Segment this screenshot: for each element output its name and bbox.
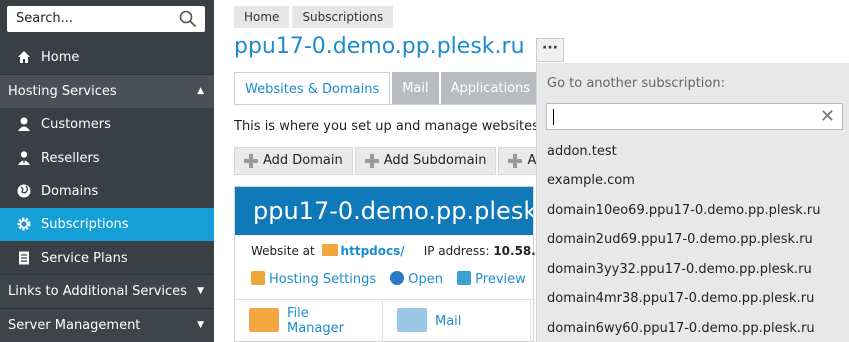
folder-icon bbox=[249, 308, 279, 332]
sidebar-group-label: Links to Additional Services bbox=[8, 284, 187, 299]
sidebar-item-service-plans[interactable]: Service Plans bbox=[0, 242, 214, 275]
more-button[interactable]: ··· bbox=[536, 38, 564, 62]
search-icon[interactable] bbox=[179, 10, 197, 28]
sidebar-group-label: Server Management bbox=[8, 318, 141, 333]
plus-icon bbox=[244, 154, 258, 168]
open-link[interactable]: Open bbox=[390, 271, 443, 287]
breadcrumb: Home Subscriptions bbox=[234, 6, 396, 28]
docroot-link[interactable]: httpdocs/ bbox=[341, 244, 405, 258]
sidebar-item-label: Customers bbox=[41, 117, 111, 132]
plus-icon bbox=[508, 154, 523, 168]
domain-info: Website at httpdocs/ IP address: 10.58.1… bbox=[251, 244, 553, 258]
hosting-settings-link[interactable]: Hosting Settings bbox=[251, 271, 376, 287]
sidebar-item-resellers[interactable]: Resellers bbox=[0, 142, 214, 175]
sidebar-group-label: Hosting Services bbox=[8, 84, 117, 99]
sidebar-item-customers[interactable]: Customers bbox=[0, 108, 214, 141]
tab-websites-domains[interactable]: Websites & Domains bbox=[234, 72, 391, 105]
chevron-down-icon: ▼ bbox=[197, 286, 204, 296]
sidebar-item-label: Resellers bbox=[41, 151, 100, 166]
ip-label: IP address: bbox=[423, 244, 490, 258]
text-cursor bbox=[553, 109, 554, 125]
globe-icon bbox=[17, 184, 31, 198]
globe-icon bbox=[390, 271, 405, 285]
sidebar-item-home[interactable]: Home bbox=[0, 41, 214, 74]
subscription-option[interactable]: addon.test bbox=[547, 144, 617, 159]
domain-panel: ppu17-0.demo.pp.plesk. Website at httpdo… bbox=[234, 186, 553, 342]
domain-actions: Hosting Settings Open Preview bbox=[251, 271, 536, 287]
file-manager-card[interactable]: File Manager bbox=[235, 300, 383, 342]
close-icon[interactable]: ✕ bbox=[820, 106, 835, 127]
app-root: Search... Home Hosting Services ▲ Custom… bbox=[0, 0, 849, 342]
sidebar-group-links-additional[interactable]: Links to Additional Services ▼ bbox=[0, 275, 214, 308]
folder-icon bbox=[321, 244, 338, 256]
mail-label: Mail bbox=[435, 314, 462, 329]
sidebar-group-server-management[interactable]: Server Management ▼ bbox=[0, 309, 214, 342]
page-title: ppu17-0.demo.pp.plesk.ru bbox=[234, 34, 525, 59]
subscription-option[interactable]: domain4mr38.ppu17-0.demo.pp.plesk.ru bbox=[547, 291, 814, 306]
page-description: This is where you set up and manage webs… bbox=[234, 119, 543, 134]
sidebar: Search... Home Hosting Services ▲ Custom… bbox=[0, 0, 214, 342]
user-icon bbox=[18, 117, 30, 131]
switcher-search-input[interactable]: ✕ bbox=[546, 103, 843, 130]
tab-mail[interactable]: Mail bbox=[392, 72, 439, 105]
home-icon bbox=[18, 51, 30, 63]
sidebar-item-label: Domains bbox=[41, 184, 99, 199]
add-domain-button[interactable]: Add Domain bbox=[234, 147, 353, 175]
subscription-option[interactable]: domain6wy60.ppu17-0.demo.pp.plesk.ru bbox=[547, 321, 815, 336]
envelope-icon bbox=[397, 308, 427, 332]
domain-panel-title[interactable]: ppu17-0.demo.pp.plesk. bbox=[235, 187, 533, 235]
website-at-label: Website at bbox=[251, 244, 315, 258]
breadcrumb-home[interactable]: Home bbox=[234, 6, 290, 28]
eye-icon bbox=[457, 271, 472, 285]
add-subdomain-button[interactable]: Add Subdomain bbox=[354, 147, 497, 175]
tab-bar: Websites & Domains Mail Applications bbox=[234, 72, 542, 105]
switcher-label: Go to another subscription: bbox=[547, 76, 725, 91]
chevron-down-icon: ▼ bbox=[197, 320, 204, 330]
toolbar: Add Domain Add Subdomain Ad bbox=[234, 147, 556, 175]
sidebar-item-subscriptions[interactable]: Subscriptions bbox=[0, 208, 214, 241]
wrench-icon bbox=[251, 271, 265, 285]
subscription-option[interactable]: example.com bbox=[547, 173, 635, 188]
subscription-option[interactable]: domain3yy32.ppu17-0.demo.pp.plesk.ru bbox=[547, 262, 812, 277]
preview-link[interactable]: Preview bbox=[457, 271, 526, 287]
sidebar-item-label: Home bbox=[41, 50, 80, 65]
document-icon bbox=[19, 251, 29, 265]
plus-icon bbox=[364, 154, 379, 168]
sidebar-item-domains[interactable]: Domains bbox=[0, 175, 214, 208]
sidebar-item-label: Service Plans bbox=[41, 251, 128, 266]
breadcrumb-subscriptions[interactable]: Subscriptions bbox=[292, 6, 394, 28]
subscription-option[interactable]: domain2ud69.ppu17-0.demo.pp.plesk.ru bbox=[547, 232, 813, 247]
mail-card[interactable]: Mail bbox=[383, 300, 531, 342]
add-subdomain-label: Add Subdomain bbox=[383, 153, 487, 168]
reseller-icon bbox=[18, 151, 30, 165]
search-input[interactable]: Search... bbox=[16, 11, 73, 26]
subscription-switcher: Go to another subscription: ✕ addon.test… bbox=[536, 63, 849, 342]
gear-icon bbox=[17, 217, 31, 231]
subscription-option[interactable]: domain10eo69.ppu17-0.demo.pp.plesk.ru bbox=[547, 203, 821, 218]
tool-cards: File Manager Mail bbox=[235, 299, 535, 342]
add-domain-label: Add Domain bbox=[263, 153, 343, 168]
sidebar-group-hosting-services[interactable]: Hosting Services ▲ bbox=[0, 75, 214, 108]
file-manager-label: File Manager bbox=[287, 306, 344, 336]
sidebar-item-label: Subscriptions bbox=[41, 217, 129, 232]
chevron-up-icon: ▲ bbox=[197, 86, 204, 96]
search-box[interactable]: Search... bbox=[7, 6, 205, 32]
tab-applications[interactable]: Applications bbox=[440, 72, 541, 105]
